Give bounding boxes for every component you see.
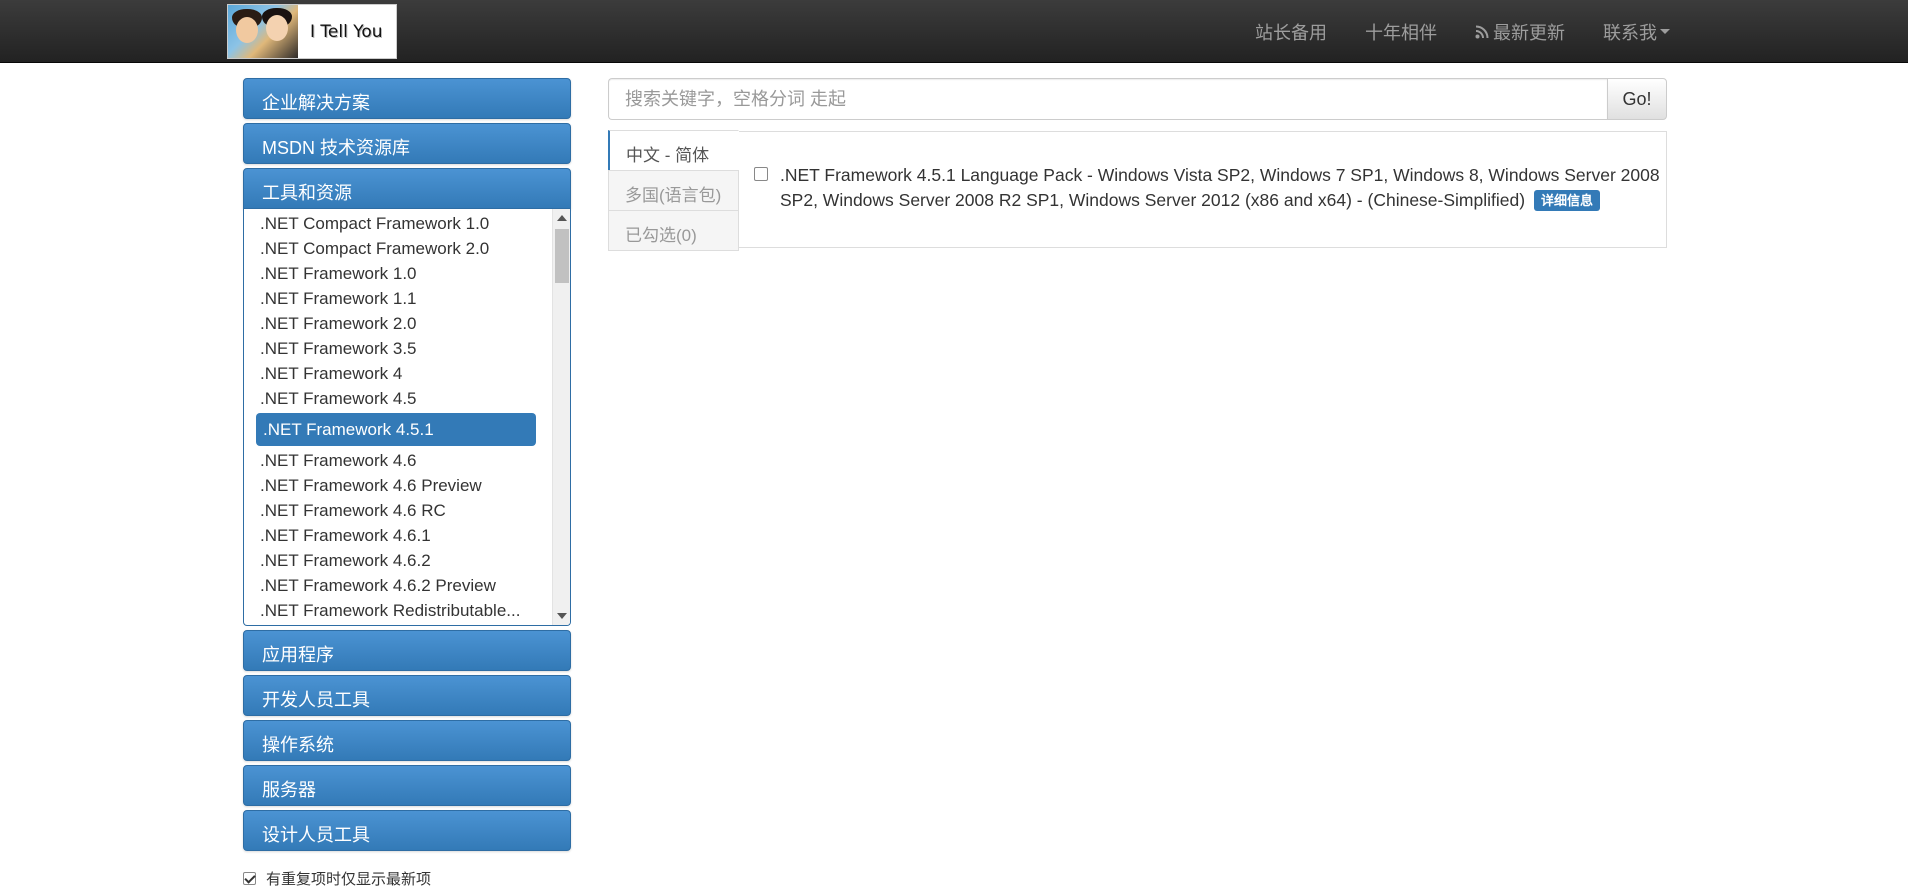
list-item[interactable]: .NET Framework 1.0 — [256, 261, 536, 286]
tools-resources-list: .NET Compact Framework 1.0 .NET Compact F… — [243, 209, 571, 626]
nav-link-ten-years[interactable]: 十年相伴 — [1365, 19, 1437, 45]
nav-links: 站长备用 十年相伴 最新更新 联系我 — [1217, 0, 1670, 63]
list-item[interactable]: .NET Framework 4.6.2 Preview — [256, 573, 536, 598]
file-entry: .NET Framework 4.5.1 Language Pack - Win… — [780, 163, 1660, 213]
file-row: .NET Framework 4.5.1 Language Pack - Win… — [754, 163, 1660, 213]
category-enterprise-solutions[interactable]: 企业解决方案 — [243, 78, 571, 119]
search-go-button[interactable]: Go! — [1607, 78, 1667, 120]
search-input[interactable] — [608, 78, 1607, 120]
tab-multilanguage[interactable]: 多国(语言包) — [608, 170, 739, 211]
category-applications[interactable]: 应用程序 — [243, 630, 571, 671]
file-select-checkbox[interactable] — [754, 167, 768, 181]
file-name: .NET Framework 4.5.1 Language Pack - Win… — [780, 165, 1660, 210]
scroll-thumb[interactable] — [555, 229, 569, 283]
nav-link-label: 站长备用 — [1255, 22, 1327, 43]
list-item[interactable]: .NET Framework 4.5.1 — [256, 413, 536, 446]
list-item[interactable]: .NET Framework 3.5 — [256, 336, 536, 361]
nav-link-contact-dropdown[interactable]: 联系我 — [1603, 19, 1670, 45]
list-scrollbar[interactable] — [552, 209, 570, 625]
logo-image — [228, 5, 298, 58]
product-list: .NET Compact Framework 1.0 .NET Compact F… — [256, 211, 536, 623]
list-item[interactable]: .NET Framework 4.6.2 — [256, 548, 536, 573]
category-operating-systems[interactable]: 操作系统 — [243, 720, 571, 761]
search-bar: Go! — [608, 78, 1667, 120]
category-designer-tools[interactable]: 设计人员工具 — [243, 810, 571, 851]
top-navbar: I Tell You 站长备用 十年相伴 最新更新 联系我 — [0, 0, 1908, 63]
list-item[interactable]: .NET Framework 4.6 RC — [256, 498, 536, 523]
list-item[interactable]: .NET Compact Framework 2.0 — [256, 236, 536, 261]
list-item[interactable]: .NET Framework 4.6.1 — [256, 523, 536, 548]
tab-selected[interactable]: 已勾选(0) — [608, 210, 739, 251]
latest-only-option: 有重复项时仅显示最新项 — [243, 868, 431, 889]
list-item[interactable]: .NET Compact Framework 1.0 — [256, 211, 536, 236]
latest-only-checkbox[interactable] — [243, 872, 256, 885]
nav-link-label: 十年相伴 — [1365, 22, 1437, 43]
category-developer-tools[interactable]: 开发人员工具 — [243, 675, 571, 716]
list-item[interactable]: .NET Framework Redistributable... — [256, 598, 536, 623]
scroll-down-arrow-icon[interactable] — [557, 613, 567, 619]
nav-link-label: 最新更新 — [1493, 22, 1565, 43]
list-item[interactable]: .NET Framework 4.6 Preview — [256, 473, 536, 498]
site-logo[interactable]: I Tell You — [227, 4, 397, 59]
list-item[interactable]: .NET Framework 1.1 — [256, 286, 536, 311]
language-tabs: 中文 - 简体 多国(语言包) 已勾选(0) — [608, 130, 739, 251]
category-tools-resources[interactable]: 工具和资源 — [243, 168, 571, 209]
nav-link-latest-updates[interactable]: 最新更新 — [1475, 19, 1565, 45]
nav-link-label: 联系我 — [1603, 22, 1657, 43]
tab-chinese-simplified[interactable]: 中文 - 简体 — [608, 130, 739, 171]
latest-only-label: 有重复项时仅显示最新项 — [266, 871, 432, 888]
nav-link-backup[interactable]: 站长备用 — [1255, 19, 1327, 45]
caret-down-icon — [1660, 29, 1670, 34]
scroll-up-arrow-icon[interactable] — [557, 215, 567, 221]
list-item[interactable]: .NET Framework 4 — [256, 361, 536, 386]
details-badge-button[interactable]: 详细信息 — [1533, 190, 1600, 211]
logo-text: I Tell You — [310, 21, 383, 42]
rss-icon — [1475, 25, 1489, 38]
list-item[interactable]: .NET Framework 2.0 — [256, 311, 536, 336]
list-item[interactable]: .NET Framework 4.6 — [256, 448, 536, 473]
list-item[interactable]: .NET Framework 4.5 — [256, 386, 536, 411]
results-panel: 中文 - 简体 多国(语言包) 已勾选(0) .NET Framework 4.… — [608, 130, 1667, 251]
category-servers[interactable]: 服务器 — [243, 765, 571, 806]
category-msdn-library[interactable]: MSDN 技术资源库 — [243, 123, 571, 164]
sidebar: 企业解决方案 MSDN 技术资源库 工具和资源 .NET Compact Fra… — [243, 78, 571, 855]
